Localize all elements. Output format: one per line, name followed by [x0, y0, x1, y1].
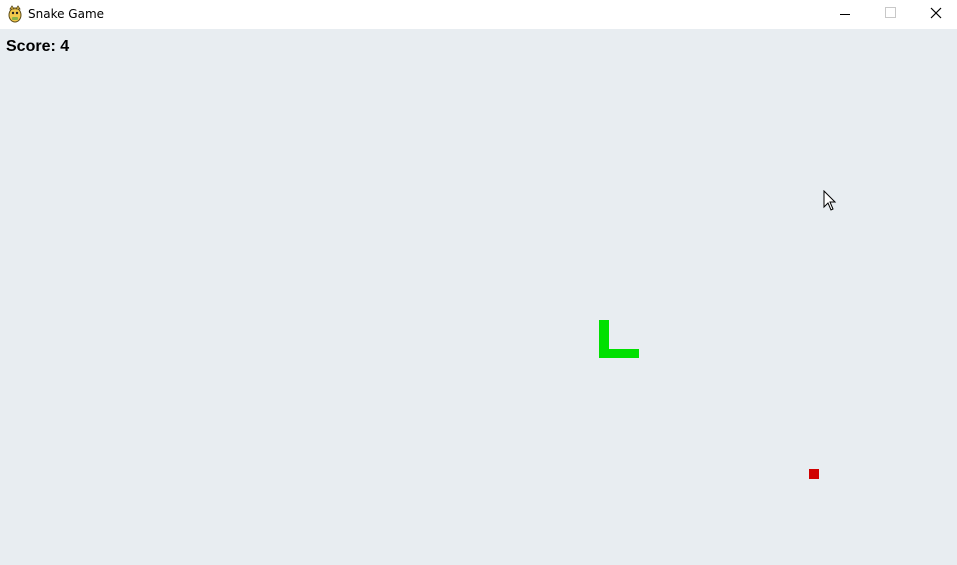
minimize-icon: [840, 14, 850, 15]
game-canvas[interactable]: Score: 4: [0, 29, 957, 565]
food-item: [809, 469, 819, 479]
window-title: Snake Game: [28, 7, 105, 21]
title-bar[interactable]: Snake Game: [0, 0, 957, 29]
pygame-snake-icon: [7, 5, 23, 23]
close-button[interactable]: [913, 0, 957, 29]
score-label: Score: 4: [6, 38, 70, 55]
maximize-icon: [885, 7, 896, 18]
snake-body: [599, 349, 639, 358]
app-window: Snake Game Score: 4: [0, 0, 957, 565]
mouse-cursor-icon: [823, 190, 837, 211]
minimize-button[interactable]: [822, 0, 868, 29]
close-icon: [930, 7, 942, 19]
maximize-button[interactable]: [867, 0, 913, 29]
